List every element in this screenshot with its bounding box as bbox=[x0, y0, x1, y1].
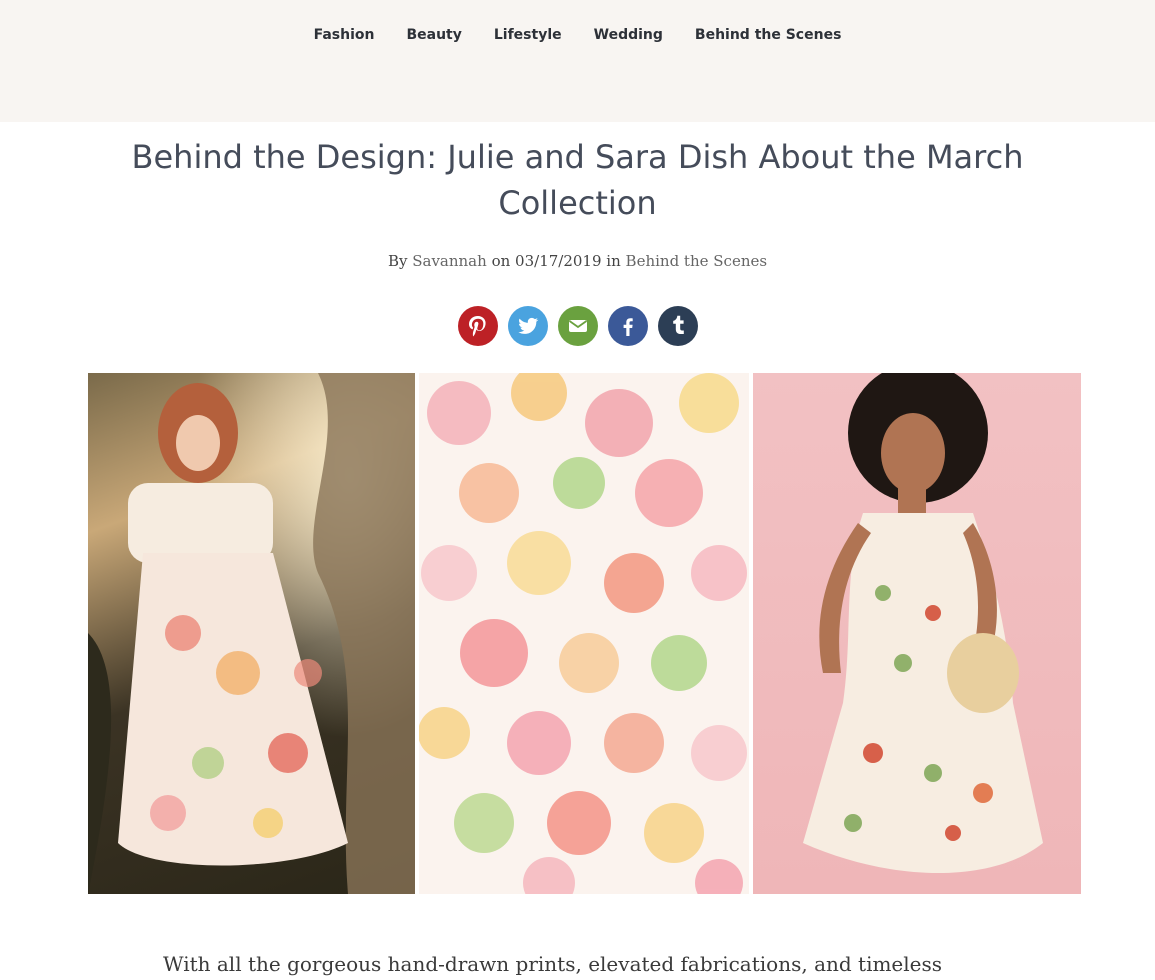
byline-in: in bbox=[606, 252, 621, 270]
twitter-share-button[interactable] bbox=[507, 306, 548, 346]
author-link[interactable]: Savannah bbox=[412, 252, 487, 270]
nav-beauty[interactable]: Beauty bbox=[390, 24, 477, 46]
model-smiling-photo bbox=[753, 373, 1081, 894]
byline-on: on bbox=[491, 252, 511, 270]
tumblr-icon bbox=[672, 315, 684, 334]
article-intro: With all the gorgeous hand-drawn prints,… bbox=[163, 952, 943, 976]
nav-fashion[interactable]: Fashion bbox=[298, 24, 391, 46]
main-nav: Fashion Beauty Lifestyle Wedding Behind … bbox=[0, 24, 1155, 46]
hero-collage bbox=[88, 373, 1081, 894]
model-in-tree-photo bbox=[88, 373, 415, 894]
watercolor-print-illustration bbox=[419, 373, 747, 894]
model-tree-illustration bbox=[88, 373, 415, 894]
email-share-button[interactable] bbox=[557, 306, 598, 346]
pinterest-icon bbox=[468, 316, 486, 337]
nav-behind-the-scenes[interactable]: Behind the Scenes bbox=[679, 24, 858, 46]
model-smiling-illustration bbox=[803, 373, 1043, 873]
nav-lifestyle[interactable]: Lifestyle bbox=[478, 24, 578, 46]
site-header: Fashion Beauty Lifestyle Wedding Behind … bbox=[0, 0, 1155, 122]
category-link[interactable]: Behind the Scenes bbox=[626, 252, 768, 270]
email-icon bbox=[568, 320, 587, 332]
facebook-share-button[interactable] bbox=[607, 306, 648, 346]
tumblr-share-button[interactable] bbox=[657, 306, 698, 346]
byline: By Savannah on 03/17/2019 in Behind the … bbox=[0, 252, 1155, 270]
article-title: Behind the Design: Julie and Sara Dish A… bbox=[131, 138, 1024, 222]
twitter-icon bbox=[517, 317, 538, 334]
share-buttons bbox=[0, 306, 1155, 346]
nav-wedding[interactable]: Wedding bbox=[578, 24, 679, 46]
facebook-icon bbox=[623, 318, 633, 336]
watercolor-print-closeup bbox=[419, 373, 749, 894]
pinterest-share-button[interactable] bbox=[457, 306, 498, 346]
post-date: 03/17/2019 bbox=[515, 252, 602, 270]
byline-by: By bbox=[387, 252, 408, 270]
